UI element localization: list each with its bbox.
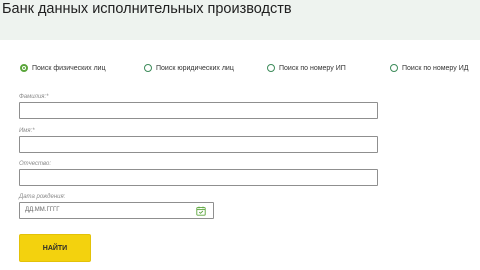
radio-label: Поиск по номеру ИП — [279, 64, 346, 72]
search-button[interactable]: НАЙТИ — [19, 234, 91, 262]
radio-checked-icon — [20, 64, 28, 72]
radio-label: Поиск физических лиц — [32, 64, 106, 72]
radio-id-number[interactable]: Поиск по номеру ИД — [390, 64, 468, 72]
search-mode-group: Поиск физических лиц Поиск юридических л… — [0, 64, 480, 78]
radio-legal-entities[interactable]: Поиск юридических лиц — [144, 64, 234, 72]
calendar-icon[interactable] — [196, 206, 206, 216]
radio-unchecked-icon — [144, 64, 152, 72]
firstname-label: Имя:* — [19, 128, 35, 134]
page-title: Банк данных исполнительных производств — [2, 1, 292, 17]
radio-label: Поиск юридических лиц — [156, 64, 234, 72]
radio-ip-number[interactable]: Поиск по номеру ИП — [267, 64, 346, 72]
firstname-input[interactable] — [19, 136, 378, 153]
patronymic-label: Отчество: — [19, 161, 52, 167]
radio-individuals[interactable]: Поиск физических лиц — [20, 64, 106, 72]
radio-label: Поиск по номеру ИД — [402, 64, 469, 72]
radio-unchecked-icon — [390, 64, 398, 72]
radio-unchecked-icon — [267, 64, 275, 72]
birthdate-label: Дата рождения: — [19, 194, 66, 200]
page-header: Банк данных исполнительных производств — [0, 0, 480, 40]
lastname-label: Фамилия:* — [19, 94, 49, 100]
birthdate-placeholder: ДД.ММ.ГГГГ — [25, 207, 60, 213]
patronymic-input[interactable] — [19, 169, 378, 186]
birthdate-input[interactable]: ДД.ММ.ГГГГ — [19, 202, 214, 219]
lastname-input[interactable] — [19, 102, 378, 119]
